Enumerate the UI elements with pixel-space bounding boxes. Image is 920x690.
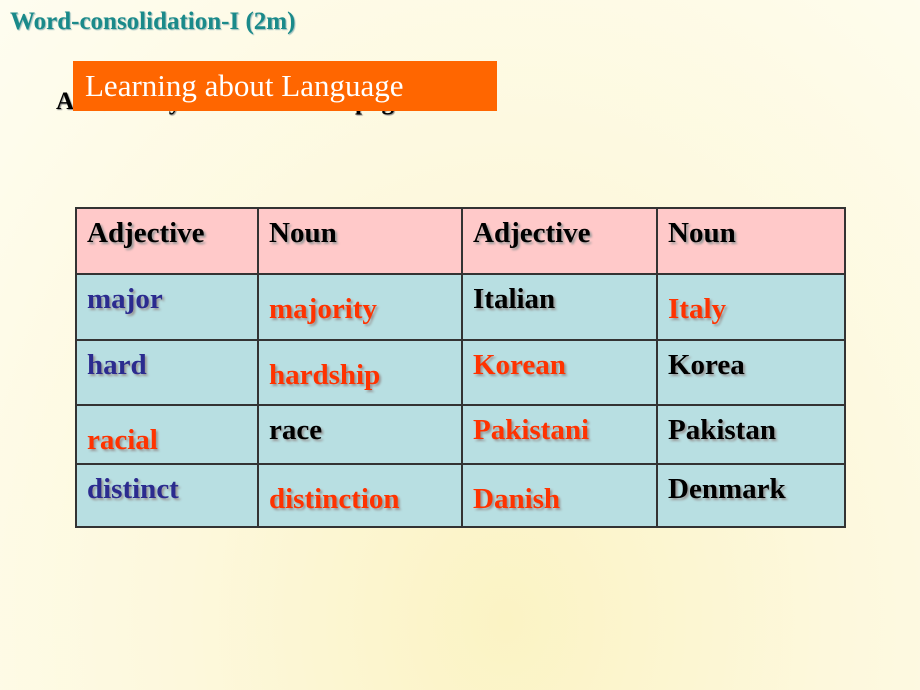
table-cell: Korean <box>461 339 658 406</box>
header-noun: Noun <box>257 207 463 275</box>
table-cell: race <box>257 404 463 465</box>
table-row: distinct distinction Danish Denmark <box>75 463 846 528</box>
table-row: major majority Italian Italy <box>75 273 846 341</box>
table-cell: Italian <box>461 273 658 341</box>
table-cell: Korea <box>656 339 846 406</box>
table-cell: hardship <box>257 339 463 406</box>
table-cell: Pakistani <box>461 404 658 465</box>
table-row: racial race Pakistani Pakistan <box>75 404 846 465</box>
header-adjective: Adjective <box>461 207 658 275</box>
table-cell: hard <box>75 339 259 406</box>
table-header-row: Adjective Noun Adjective Noun <box>75 207 846 275</box>
slide-title: Word-consolidation-I (2m) <box>10 8 296 35</box>
table-cell: Italy <box>656 273 846 341</box>
table-cell: Danish <box>461 463 658 528</box>
table-cell: racial <box>75 404 259 465</box>
table-cell: majority <box>257 273 463 341</box>
table-cell: major <box>75 273 259 341</box>
table-cell: Pakistan <box>656 404 846 465</box>
table-cell: distinction <box>257 463 463 528</box>
table-row: hard hardship Korean Korea <box>75 339 846 406</box>
table-cell: Denmark <box>656 463 846 528</box>
section-badge: Learning about Language <box>73 61 497 111</box>
table-cell: distinct <box>75 463 259 528</box>
header-noun: Noun <box>656 207 846 275</box>
header-adjective: Adjective <box>75 207 259 275</box>
answer-table: Adjective Noun Adjective Noun major majo… <box>75 207 846 528</box>
